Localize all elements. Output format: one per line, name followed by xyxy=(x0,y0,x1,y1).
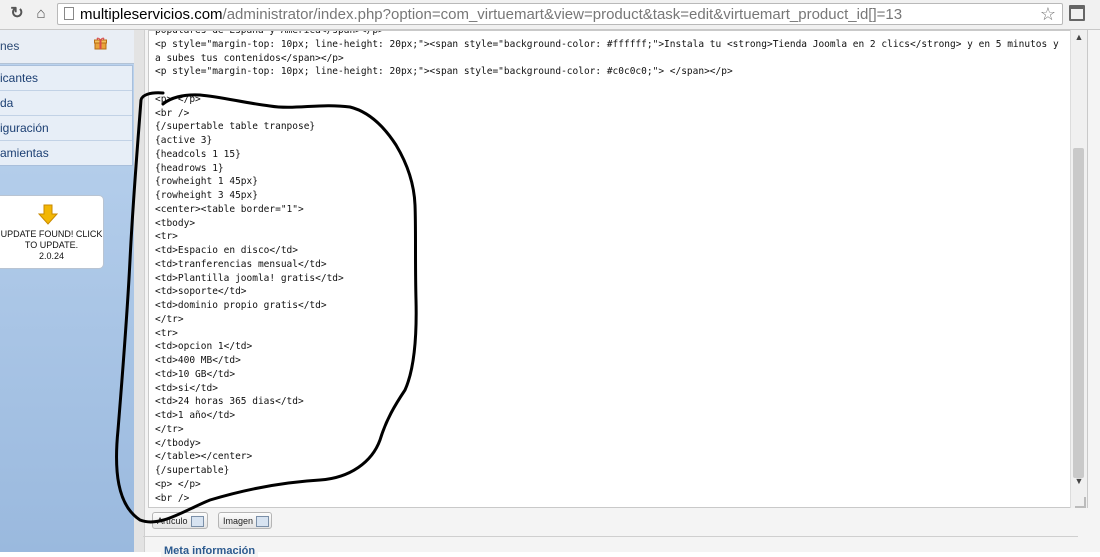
update-line-1: UPDATE FOUND! CLICK xyxy=(0,229,103,239)
reload-icon[interactable]: ↻ xyxy=(8,5,26,23)
star-icon[interactable]: ☆ xyxy=(1040,4,1056,25)
page-icon xyxy=(64,7,74,20)
download-arrow-icon xyxy=(38,204,58,225)
scroll-up-icon[interactable]: ▲ xyxy=(1071,32,1087,46)
code-line: <p style="margin-top: 10px; line-height:… xyxy=(155,38,1059,64)
window-icon[interactable] xyxy=(1069,5,1085,21)
imagen-button[interactable]: Imagen xyxy=(218,512,272,529)
update-text: UPDATE FOUND! CLICK TO UPDATE. 2.0.24 xyxy=(0,229,103,262)
url-host: multipleservicios.com xyxy=(80,6,223,23)
code-line: {/supertable} xyxy=(155,465,230,476)
code-line: {headrows 1} xyxy=(155,162,224,174)
code-line: {active 3} xyxy=(155,135,213,146)
code-line: <br /> xyxy=(155,492,190,504)
code-line: </tbody> xyxy=(155,437,201,449)
code-line: <p> </p> xyxy=(155,93,201,105)
resize-grip-icon[interactable] xyxy=(1075,497,1086,508)
articulo-button-label: Artículo xyxy=(157,516,188,526)
code-line: </tr> xyxy=(155,313,184,325)
code-line: </tr> xyxy=(155,423,184,435)
sidebar-item-fabricantes[interactable]: icantes xyxy=(0,66,132,91)
code-line: <tr> xyxy=(155,327,178,339)
code-line: <td>400 MB</td> xyxy=(155,355,241,366)
editor-scrollbar[interactable]: ▲ ▼ xyxy=(1070,30,1087,508)
code-line: <p style="margin-top: 10px; line-height:… xyxy=(155,66,733,78)
image-icon xyxy=(256,516,270,528)
code-line: populares de España y América</span></p> xyxy=(155,30,384,36)
code-line: <td>si</td> xyxy=(155,382,218,394)
sidebar-menu: icantes da iguración amientas xyxy=(0,65,133,166)
address-bar[interactable]: multipleservicios.com/administrator/inde… xyxy=(57,3,1063,25)
code-line: <br /> xyxy=(155,107,190,119)
code-line: <td>10 GB</td> xyxy=(155,368,236,380)
update-version: 2.0.24 xyxy=(38,251,65,261)
sidebar-item-herramientas[interactable]: amientas xyxy=(0,141,132,165)
sidebar-header-label: nes xyxy=(0,39,20,53)
code-line: <td>opcion 1</td> xyxy=(155,341,253,353)
browser-toolbar: ↻ ⌂ multipleservicios.com/administrator/… xyxy=(0,0,1100,30)
code-line: <p> </p> xyxy=(155,478,201,490)
home-icon[interactable]: ⌂ xyxy=(32,5,50,23)
scroll-thumb[interactable] xyxy=(1073,148,1084,478)
code-line: <td>Plantilla joomla! gratis</td> xyxy=(155,272,344,284)
code-line: <td>Espacio en disco</td> xyxy=(155,245,298,256)
meta-fieldset: Meta información xyxy=(143,536,1078,557)
code-line: <tbody> xyxy=(155,217,196,229)
code-line: {/supertable table tranpose} xyxy=(155,121,316,133)
imagen-button-label: Imagen xyxy=(223,516,254,526)
code-line: {rowheight 3 45px} xyxy=(155,190,258,201)
code-line: <td>24 horas 365 dias</td> xyxy=(155,396,304,408)
meta-legend: Meta información xyxy=(161,545,259,557)
code-line: <td>1 año</td> xyxy=(155,410,236,421)
content-gutter xyxy=(134,30,145,552)
articulo-button[interactable]: Artículo xyxy=(152,512,208,529)
update-notice[interactable]: UPDATE FOUND! CLICK TO UPDATE. 2.0.24 xyxy=(0,195,104,269)
code-line: <center><table border="1"> xyxy=(155,203,304,215)
code-line: <tr> xyxy=(155,231,178,243)
code-line: </table></center> xyxy=(155,451,253,463)
update-line-2: TO UPDATE. xyxy=(24,240,79,250)
code-line: <td>dominio propio gratis</td> xyxy=(155,300,327,311)
code-line: <td>tranferencias mensual</td> xyxy=(155,258,327,270)
sidebar-item-configuracion[interactable]: iguración xyxy=(0,116,132,141)
url-text: multipleservicios.com/administrator/inde… xyxy=(80,6,902,23)
code-line: {rowheight 1 45px} xyxy=(155,176,258,188)
code-editor[interactable]: populares de España y América</span></p>… xyxy=(148,30,1088,508)
article-icon xyxy=(190,516,204,528)
admin-sidebar: nes icantes da iguración amientas UPDATE… xyxy=(0,30,134,552)
sidebar-item-tienda[interactable]: da xyxy=(0,91,132,116)
scroll-down-icon[interactable]: ▼ xyxy=(1071,476,1087,490)
code-line: <td>soporte</td> xyxy=(155,286,247,298)
sidebar-header: nes xyxy=(0,30,134,64)
code-line: {headcols 1 15} xyxy=(155,148,241,160)
code-text: populares de España y América</span></p>… xyxy=(155,30,1060,505)
url-path: /administrator/index.php?option=com_virt… xyxy=(222,6,903,23)
gift-icon[interactable] xyxy=(94,37,107,50)
